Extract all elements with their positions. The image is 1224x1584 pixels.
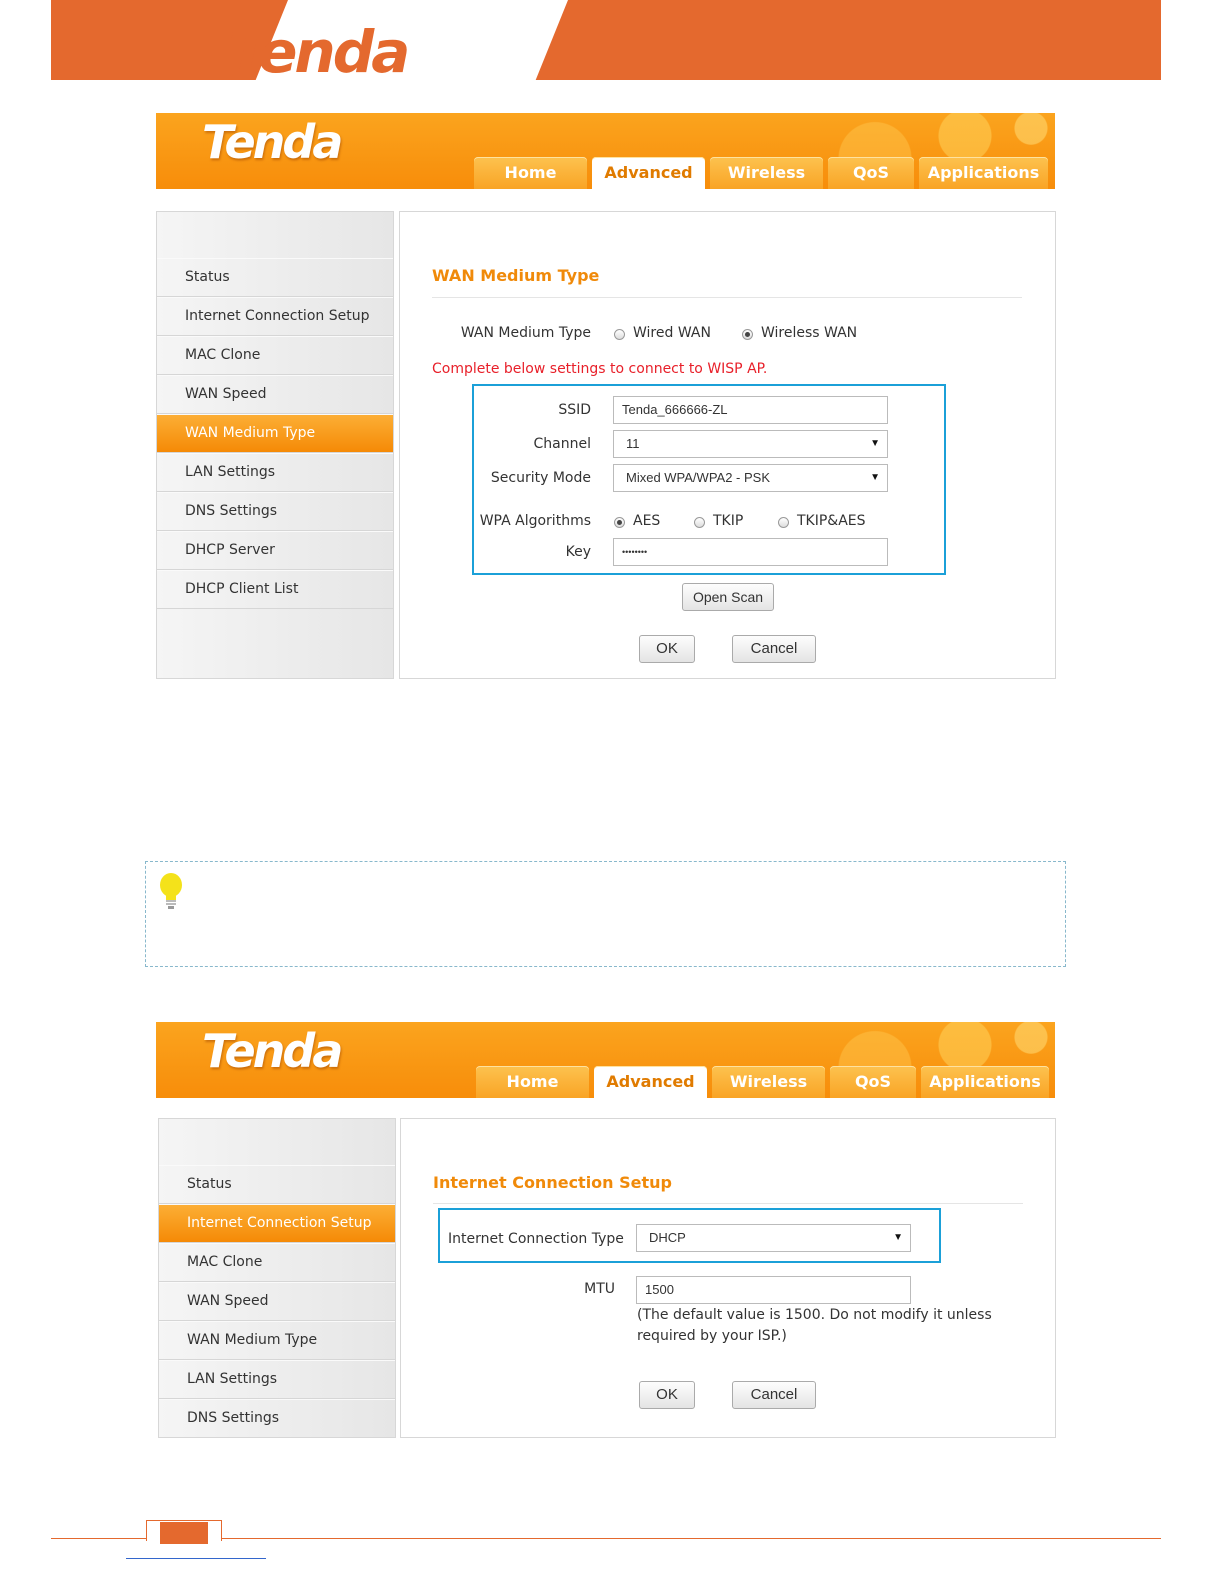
tab-wireless[interactable]: Wireless — [710, 157, 823, 189]
sidebar-item-dns-settings[interactable]: DNS Settings — [159, 1399, 395, 1437]
tkip-aes-label: TKIP&AES — [797, 513, 866, 529]
divider — [432, 297, 1022, 298]
channel-select[interactable]: 11 ▼ — [613, 430, 888, 458]
security-mode-select[interactable]: Mixed WPA/WPA2 - PSK ▼ — [613, 464, 888, 492]
ok-button[interactable]: OK — [639, 635, 695, 663]
sidebar-menu: Status Internet Connection Setup MAC Clo… — [158, 1118, 396, 1438]
sidebar-item-dhcp-client-list[interactable]: DHCP Client List — [157, 570, 393, 609]
sidebar-item-dns-settings[interactable]: DNS Settings — [157, 492, 393, 531]
section-title: Internet Connection Setup — [433, 1173, 672, 1192]
sidebar-item-wan-speed[interactable]: WAN Speed — [159, 1282, 395, 1321]
tab-home[interactable]: Home — [474, 157, 587, 189]
sidebar-item-status[interactable]: Status — [157, 258, 393, 297]
router-logo: Tenda — [202, 115, 343, 169]
divider — [433, 1203, 1023, 1204]
tab-applications[interactable]: Applications — [921, 1066, 1049, 1098]
security-mode-label: Security Mode — [490, 470, 591, 486]
router-header: Tenda Home Advanced Wireless QoS Applica… — [156, 1022, 1055, 1098]
ssid-label: SSID — [558, 402, 591, 418]
mtu-label: MTU — [584, 1281, 615, 1297]
tab-applications[interactable]: Applications — [919, 157, 1048, 189]
tab-wireless[interactable]: Wireless — [712, 1066, 825, 1098]
page-header-banner: Tenda — [51, 0, 1161, 80]
lightbulb-icon — [160, 873, 182, 909]
wireless-wan-radio[interactable] — [742, 329, 753, 340]
sidebar-item-lan-settings[interactable]: LAN Settings — [159, 1360, 395, 1399]
open-scan-button[interactable]: Open Scan — [682, 583, 774, 611]
ok-button[interactable]: OK — [639, 1381, 695, 1409]
nav-tabs: Home Advanced Wireless QoS Applications — [474, 157, 1048, 189]
wired-wan-radio[interactable] — [614, 329, 625, 340]
aes-radio[interactable] — [614, 517, 625, 528]
cancel-button[interactable]: Cancel — [732, 635, 816, 663]
wan-medium-type-label: WAN Medium Type — [460, 325, 591, 341]
mtu-note-line1: (The default value is 1500. Do not modif… — [637, 1307, 992, 1323]
tab-advanced[interactable]: Advanced — [592, 157, 705, 189]
mtu-note-line2: required by your ISP.) — [637, 1328, 787, 1344]
key-label: Key — [565, 544, 591, 560]
wired-wan-label: Wired WAN — [633, 325, 711, 341]
sidebar-item-mac-clone[interactable]: MAC Clone — [159, 1243, 395, 1282]
chevron-down-icon: ▼ — [893, 1232, 903, 1243]
sidebar-menu: Status Internet Connection Setup MAC Clo… — [156, 211, 394, 679]
tip-box — [145, 861, 1066, 967]
tkip-label: TKIP — [713, 513, 744, 529]
tab-qos[interactable]: QoS — [828, 157, 914, 189]
tkip-radio[interactable] — [694, 517, 705, 528]
wisp-notice: Complete below settings to connect to WI… — [432, 361, 768, 377]
router-header: Tenda Home Advanced Wireless QoS Applica… — [156, 113, 1055, 189]
nav-tabs: Home Advanced Wireless QoS Applications — [476, 1066, 1049, 1098]
sidebar-item-lan-settings[interactable]: LAN Settings — [157, 453, 393, 492]
sidebar-item-internet-connection-setup[interactable]: Internet Connection Setup — [157, 297, 393, 336]
sidebar-item-internet-connection-setup[interactable]: Internet Connection Setup — [159, 1204, 395, 1243]
sidebar-item-wan-medium-type[interactable]: WAN Medium Type — [159, 1321, 395, 1360]
sidebar-item-dhcp-server[interactable]: DHCP Server — [157, 531, 393, 570]
chevron-down-icon: ▼ — [870, 438, 880, 449]
wpa-algorithms-label: WPA Algorithms — [479, 513, 591, 529]
tab-home[interactable]: Home — [476, 1066, 589, 1098]
connection-type-label: Internet Connection Type — [448, 1231, 624, 1247]
footer-link-underline — [126, 1558, 266, 1559]
channel-value: 11 — [626, 436, 640, 451]
sidebar-item-wan-speed[interactable]: WAN Speed — [157, 375, 393, 414]
footer-page-marker — [160, 1522, 208, 1544]
ssid-input[interactable]: Tenda_666666-ZL — [613, 396, 888, 424]
tab-advanced[interactable]: Advanced — [594, 1066, 707, 1098]
chevron-down-icon: ▼ — [870, 472, 880, 483]
section-title: WAN Medium Type — [432, 266, 600, 285]
tkip-aes-radio[interactable] — [778, 517, 789, 528]
mtu-input[interactable]: 1500 — [636, 1276, 911, 1304]
tab-qos[interactable]: QoS — [830, 1066, 916, 1098]
connection-type-value: DHCP — [649, 1230, 686, 1245]
sidebar-item-mac-clone[interactable]: MAC Clone — [157, 336, 393, 375]
tenda-logo: Tenda — [229, 18, 410, 80]
key-input[interactable]: •••••••• — [613, 538, 888, 566]
aes-label: AES — [633, 513, 661, 529]
cancel-button[interactable]: Cancel — [732, 1381, 816, 1409]
sidebar-item-status[interactable]: Status — [159, 1165, 395, 1204]
channel-label: Channel — [533, 436, 591, 452]
router-logo: Tenda — [202, 1024, 343, 1078]
sidebar-item-wan-medium-type[interactable]: WAN Medium Type — [157, 414, 393, 453]
security-mode-value: Mixed WPA/WPA2 - PSK — [626, 470, 770, 485]
connection-type-select[interactable]: DHCP ▼ — [636, 1224, 911, 1252]
wireless-wan-label: Wireless WAN — [761, 325, 858, 341]
